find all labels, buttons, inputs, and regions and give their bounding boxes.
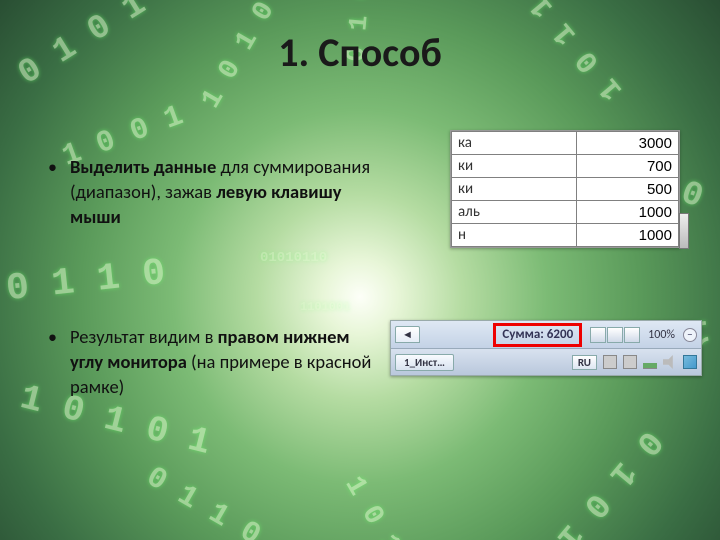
sheet-nav-icon: ◄ bbox=[395, 326, 420, 343]
view-layout-icon bbox=[607, 327, 623, 343]
screenshot-selected-range: ка3000 ки700 ки500 аль1000 н1000 bbox=[450, 130, 680, 248]
language-indicator: RU bbox=[572, 355, 597, 370]
tray-shield-icon bbox=[623, 355, 637, 369]
table-row: аль1000 bbox=[452, 201, 679, 224]
table-row: ка3000 bbox=[452, 132, 679, 155]
view-break-icon bbox=[624, 327, 640, 343]
slide: 0 1 0 1 1 1 0 0 1 0 1 1 0 1 0 1 0 1 0 1 … bbox=[0, 0, 720, 540]
tray-cube-icon bbox=[683, 355, 697, 369]
zoom-percent: 100% bbox=[648, 328, 675, 342]
table-row: н1000 bbox=[452, 224, 679, 247]
table-row: ки700 bbox=[452, 155, 679, 178]
sum-value-label: Сумма: 6200 bbox=[502, 327, 573, 342]
tray-speaker-icon bbox=[663, 355, 677, 369]
bullet-1-bold-1: Выделить данные bbox=[70, 155, 216, 178]
excel-statusbar: ◄ Сумма: 6200 100% − bbox=[391, 321, 701, 349]
view-normal-icon bbox=[590, 327, 606, 343]
range-table: ка3000 ки700 ки500 аль1000 н1000 bbox=[451, 131, 679, 247]
tray-flag-icon bbox=[603, 355, 617, 369]
bullet-list: Выделить данные для суммирования (диапаз… bbox=[48, 155, 378, 495]
windows-taskbar: 1_Инст… RU bbox=[391, 349, 701, 375]
table-row: ки500 bbox=[452, 178, 679, 201]
bullet-2-text-1: Результат видим в bbox=[70, 325, 218, 348]
slide-title: 1. Способ bbox=[0, 28, 720, 77]
zoom-minus-icon: − bbox=[683, 328, 697, 342]
screenshot-statusbar: ◄ Сумма: 6200 100% − 1_Инст… RU bbox=[390, 320, 702, 376]
bullet-1: Выделить данные для суммирования (диапаз… bbox=[48, 155, 378, 230]
sum-highlight-box: Сумма: 6200 bbox=[493, 323, 582, 347]
tray-network-icon bbox=[643, 355, 657, 369]
view-mode-buttons bbox=[590, 327, 640, 343]
bullet-2: Результат видим в правом нижнем углу мон… bbox=[48, 325, 378, 400]
scrollbar-fragment bbox=[679, 213, 689, 249]
taskbar-app-button: 1_Инст… bbox=[395, 354, 454, 371]
